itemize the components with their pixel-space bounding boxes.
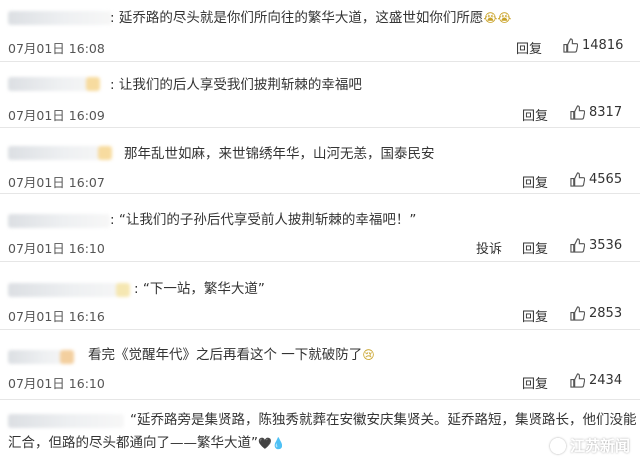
username-blurred[interactable]: [8, 146, 112, 160]
reply-button[interactable]: 回复: [522, 238, 548, 257]
comment-text-line1: “延乔路旁是集贤路，陈独秀就葬在安徽安庆集贤关。延乔路短，集贤路长，他们没能: [130, 412, 637, 428]
reply-button[interactable]: 回复: [522, 306, 548, 325]
comment-item: 那年乱世如麻，来世锦绣年华，山河无恙，国泰民安 07月01日 16:07 回复 …: [0, 128, 640, 194]
thumbs-up-icon: [563, 38, 578, 53]
comment-time: 07月01日 16:10: [8, 241, 105, 256]
like-count: 2434: [589, 373, 623, 388]
comment-time: 07月01日 16:16: [8, 309, 105, 324]
thumbs-up-icon: [570, 172, 585, 187]
news-logo-icon: [549, 437, 566, 454]
comment-item: : 让我们的后人享受我们披荆斩棘的幸福吧 07月01日 16:09 回复 831…: [0, 62, 640, 128]
like-count: 14816: [582, 38, 624, 53]
report-button[interactable]: 投诉: [476, 238, 502, 257]
comment-item: 看完《觉醒年代》之后再看这个 一下就破防了😢 07月01日 16:10 回复 2…: [0, 330, 640, 400]
username-blurred[interactable]: [8, 214, 110, 228]
like-button[interactable]: 4565: [570, 172, 622, 187]
like-button[interactable]: 8317: [570, 105, 622, 120]
username-blurred[interactable]: [8, 414, 124, 428]
username-blurred[interactable]: [8, 350, 74, 364]
like-button[interactable]: 2853: [570, 306, 622, 321]
username-blurred[interactable]: [8, 283, 130, 297]
like-count: 4565: [589, 172, 623, 187]
comment-text: : “下一站，繁华大道”: [134, 281, 265, 297]
like-button[interactable]: 3536: [570, 238, 622, 253]
like-count: 2853: [589, 306, 623, 321]
comment-item: : “让我们的子孙后代享受前人披荆斩棘的幸福吧！” 07月01日 16:10 投…: [0, 194, 640, 262]
comment-time: 07月01日 16:07: [8, 175, 105, 190]
reply-button[interactable]: 回复: [522, 373, 548, 392]
comment-item: : 延乔路的尽头就是你们所向往的繁华大道，这盛世如你们所愿😭😭 07月01日 1…: [0, 0, 640, 62]
reply-button[interactable]: 回复: [522, 172, 548, 191]
comment-text: : 让我们的后人享受我们披荆斩棘的幸福吧: [110, 77, 362, 93]
comment-text: : “让我们的子孙后代享受前人披荆斩棘的幸福吧！”: [110, 212, 417, 228]
comment-text: 那年乱世如麻，来世锦绣年华，山河无恙，国泰民安: [124, 146, 435, 162]
comment-text-line2: 汇合，但路的尽头都通向了——繁华大道”🖤💧: [8, 435, 286, 451]
comment-text: 看完《觉醒年代》之后再看这个 一下就破防了😢: [88, 347, 375, 363]
comment-item: “延乔路旁是集贤路，陈独秀就葬在安徽安庆集贤关。延乔路短，集贤路长，他们没能 汇…: [0, 400, 640, 462]
like-button[interactable]: 2434: [570, 373, 622, 388]
thumbs-up-icon: [570, 373, 585, 388]
like-count: 8317: [589, 105, 623, 120]
watermark: 江苏新闻: [549, 435, 630, 456]
watermark-label: 江苏新闻: [569, 437, 630, 455]
username-blurred[interactable]: [8, 77, 100, 91]
thumbs-up-icon: [570, 238, 585, 253]
comment-time: 07月01日 16:10: [8, 376, 105, 391]
comment-item: : “下一站，繁华大道” 07月01日 16:16 回复 2853: [0, 262, 640, 330]
reply-button[interactable]: 回复: [516, 38, 542, 57]
like-count: 3536: [589, 238, 623, 253]
reply-button[interactable]: 回复: [522, 105, 548, 124]
username-blurred[interactable]: [8, 11, 112, 25]
comment-text: : 延乔路的尽头就是你们所向往的繁华大道，这盛世如你们所愿😭😭: [110, 10, 512, 26]
comment-time: 07月01日 16:08: [8, 41, 105, 56]
like-button[interactable]: 14816: [563, 38, 623, 53]
comment-time: 07月01日 16:09: [8, 108, 105, 123]
thumbs-up-icon: [570, 306, 585, 321]
thumbs-up-icon: [570, 105, 585, 120]
